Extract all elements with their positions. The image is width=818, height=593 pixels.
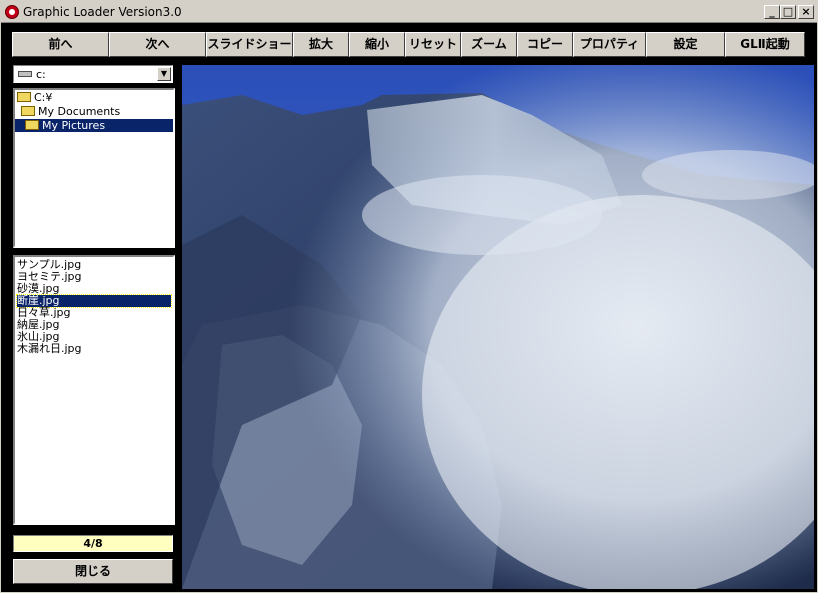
slideshow-button[interactable]: スライドショー xyxy=(206,32,293,57)
zoom-in-button[interactable]: 拡大 xyxy=(293,32,349,57)
drive-value: c: xyxy=(36,68,46,81)
minimize-button[interactable]: _ xyxy=(764,5,780,19)
folder-open-icon xyxy=(21,106,35,116)
folder-item-my-pictures[interactable]: My Pictures xyxy=(15,119,173,132)
cliff-photo xyxy=(182,65,814,589)
folder-open-icon xyxy=(17,92,31,102)
toolbar: 前へ 次へ スライドショー 拡大 縮小 リセット ズーム コピー プロパティ 設… xyxy=(12,32,806,58)
file-list[interactable]: サンプル.jpg ヨセミテ.jpg 砂漠.jpg 断崖.jpg 日々草.jpg … xyxy=(13,255,175,525)
next-button[interactable]: 次へ xyxy=(109,32,206,57)
image-viewer[interactable] xyxy=(182,65,814,589)
prev-button[interactable]: 前へ xyxy=(12,32,109,57)
drive-icon xyxy=(18,71,32,77)
reset-button[interactable]: リセット xyxy=(405,32,461,57)
zoom-button[interactable]: ズーム xyxy=(461,32,517,57)
maximize-button[interactable]: □ xyxy=(780,5,796,19)
title-bar[interactable]: Graphic Loader Version3.0 _ □ × xyxy=(1,1,817,23)
launch-gl2-button[interactable]: GLⅡ起動 xyxy=(725,32,805,57)
properties-button[interactable]: プロパティ xyxy=(573,32,646,57)
copy-button[interactable]: コピー xyxy=(517,32,573,57)
folder-open-icon xyxy=(25,120,39,130)
folder-tree[interactable]: C:¥ My Documents My Pictures xyxy=(13,88,175,248)
zoom-out-button[interactable]: 縮小 xyxy=(349,32,405,57)
settings-button[interactable]: 設定 xyxy=(646,32,725,57)
drive-select[interactable]: c: ▼ xyxy=(13,65,173,83)
chevron-down-icon[interactable]: ▼ xyxy=(157,67,171,81)
close-window-button[interactable]: × xyxy=(798,5,814,19)
file-item[interactable]: 木漏れ日.jpg xyxy=(17,343,171,355)
window-title: Graphic Loader Version3.0 xyxy=(23,5,182,19)
app-logo-icon xyxy=(5,5,19,19)
image-counter: 4/8 xyxy=(13,535,173,552)
close-button[interactable]: 閉じる xyxy=(13,559,173,584)
folder-item-c-root[interactable]: C:¥ xyxy=(17,91,52,104)
folder-item-my-documents[interactable]: My Documents xyxy=(21,105,120,118)
app-window: Graphic Loader Version3.0 _ □ × 前へ 次へ スラ… xyxy=(0,0,818,593)
